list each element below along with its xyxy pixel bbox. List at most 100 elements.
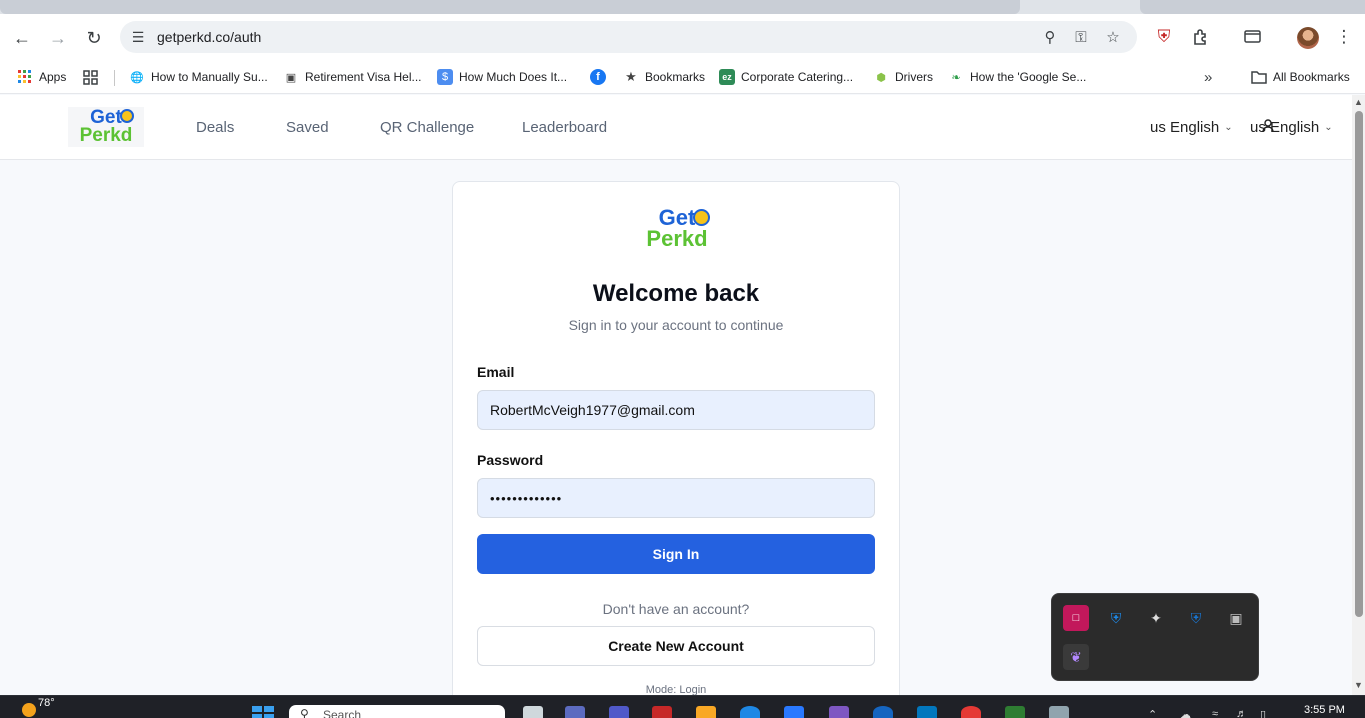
tab-right-group[interactable] xyxy=(1140,0,1365,14)
bookmark-how-much[interactable]: $ How Much Does It... xyxy=(437,67,567,87)
bookmark-google-search[interactable]: ❧ How the 'Google Se... xyxy=(948,67,1086,87)
email-field[interactable]: RobertMcVeigh1977@gmail.com xyxy=(477,390,875,430)
site-header: Get Perkd Deals Saved QR Challenge Leade… xyxy=(0,95,1352,160)
scroll-up-icon[interactable]: ▲ xyxy=(1354,97,1363,107)
bookmark-star-icon[interactable]: ☆ xyxy=(1103,27,1123,47)
location-icon[interactable]: ⚲ xyxy=(1040,27,1060,47)
scroll-down-icon[interactable]: ▼ xyxy=(1354,680,1363,690)
clock[interactable]: 3:55 PM xyxy=(1304,704,1345,716)
security-alert-icon[interactable]: ⛨ xyxy=(1183,605,1209,631)
logo-perkd-text: Perkd xyxy=(646,226,708,251)
create-account-button[interactable]: Create New Account xyxy=(477,626,875,666)
globe-icon: 🌐 xyxy=(130,71,144,84)
password-label: Password xyxy=(477,452,544,468)
all-bookmarks-label: All Bookmarks xyxy=(1273,70,1350,84)
taskbar-search[interactable]: ⚲ Search xyxy=(289,705,505,718)
chrome-icon[interactable] xyxy=(961,706,981,718)
mcafee-icon[interactable]: ▣ xyxy=(1223,605,1249,631)
bookmark-label: How to Manually Su... xyxy=(151,70,268,84)
bookmark-label: Drivers xyxy=(895,70,933,84)
sun-icon xyxy=(22,703,36,717)
copilot-icon[interactable] xyxy=(565,706,585,718)
extensions-puzzle-icon[interactable] xyxy=(1188,24,1214,50)
site-logo[interactable]: Get Perkd xyxy=(68,107,144,147)
bookmark-label: Retirement Visa Hel... xyxy=(305,70,422,84)
bookmark-retirement-visa[interactable]: ▣ Retirement Visa Hel... xyxy=(283,67,422,87)
site-settings-icon[interactable]: ☰ xyxy=(128,27,148,47)
bookmark-drivers[interactable]: ⬢ Drivers xyxy=(873,67,933,87)
user-icon[interactable] xyxy=(1262,119,1274,136)
scrollbar-thumb[interactable] xyxy=(1355,111,1363,617)
file-explorer-icon[interactable] xyxy=(696,706,716,718)
page-scrollbar[interactable]: ▲ ▼ xyxy=(1352,95,1365,695)
extension-shield-icon[interactable]: ⛨ xyxy=(1151,24,1177,50)
url-text[interactable]: getperkd.co/auth xyxy=(157,29,261,45)
bookmark-corporate-catering[interactable]: ez Corporate Catering... xyxy=(719,67,853,87)
tray-chevron-icon[interactable]: ⌃ xyxy=(1148,708,1157,718)
store-icon[interactable] xyxy=(784,706,804,718)
bookmark-label: How the 'Google Se... xyxy=(970,70,1087,84)
tab-search-icon[interactable] xyxy=(1240,24,1266,50)
logo-perkd-text: Perkd xyxy=(79,125,133,146)
volume-icon[interactable]: ♬ xyxy=(1236,708,1247,718)
page-subtitle: Sign in to your account to continue xyxy=(568,317,784,333)
taskbar: 78° ⚲ Search ⌃ ☁ ≈ ♬ ▯ 3:55 PM xyxy=(0,695,1365,718)
weather-temp: 78° xyxy=(38,697,55,709)
defender-shield-icon[interactable]: ⛨ xyxy=(1103,605,1129,631)
forward-icon[interactable]: → xyxy=(44,24,72,52)
tab-strip xyxy=(0,0,1365,14)
bookmark-label: Corporate Catering... xyxy=(741,70,854,84)
all-bookmarks-button[interactable]: All Bookmarks xyxy=(1251,67,1350,87)
bookmark-label: How Much Does It... xyxy=(459,70,568,84)
bookmark-folder-bookmarks[interactable]: ★ Bookmarks xyxy=(623,67,705,87)
logo-get-text: Get xyxy=(90,106,122,128)
feather-icon[interactable]: ❦ xyxy=(1063,644,1089,670)
bookmark-tab-groups[interactable] xyxy=(82,67,104,87)
start-button[interactable] xyxy=(252,706,274,718)
bookmark-apps[interactable]: Apps xyxy=(17,67,66,87)
page-title: Welcome back xyxy=(592,280,760,307)
task-view-icon[interactable] xyxy=(523,706,543,718)
excel-icon[interactable] xyxy=(1005,706,1025,718)
active-tab[interactable] xyxy=(0,0,1020,14)
bookmark-how-to-manually[interactable]: 🌐 How to Manually Su... xyxy=(129,67,268,87)
mail-icon[interactable] xyxy=(652,706,672,718)
wifi-icon[interactable]: ≈ xyxy=(1212,708,1218,718)
weather-widget[interactable]: 78° xyxy=(22,697,55,717)
folder-icon xyxy=(1251,69,1267,85)
menu-dots-icon[interactable]: ⋮ xyxy=(1331,24,1357,50)
tray-app-icon[interactable]: □ xyxy=(1063,605,1089,631)
address-bar[interactable]: ☰ getperkd.co/auth ⚲ ⚿ ☆ xyxy=(120,21,1137,53)
password-field[interactable]: ••••••••••••• xyxy=(477,478,875,518)
more-bookmarks-button[interactable]: » xyxy=(1204,67,1212,87)
bookmark-facebook[interactable]: f xyxy=(590,67,612,87)
chevron-down-icon: ⌄ xyxy=(1324,122,1333,133)
nav-deals[interactable]: Deals xyxy=(196,119,234,136)
back-icon[interactable]: ← xyxy=(8,24,36,52)
apps-grid-icon xyxy=(17,69,33,85)
chevron-down-icon: ⌄ xyxy=(1224,122,1233,133)
nav-saved[interactable]: Saved xyxy=(286,119,329,136)
nav-leaderboard[interactable]: Leaderboard xyxy=(522,119,607,136)
sign-in-button[interactable]: Sign In xyxy=(477,534,875,574)
reload-icon[interactable]: ↻ xyxy=(80,24,108,52)
language-selector[interactable]: us English ⌄ xyxy=(1150,119,1233,136)
search-placeholder: Search xyxy=(323,708,362,718)
bookmarks-bar: Apps 🌐 How to Manually Su... ▣ Retiremen… xyxy=(0,60,1365,94)
network-sparkle-icon[interactable]: ✦ xyxy=(1143,605,1169,631)
teams-icon[interactable] xyxy=(609,706,629,718)
edge-icon[interactable] xyxy=(740,706,760,718)
shield-icon: ⬢ xyxy=(876,71,886,84)
star-icon: ★ xyxy=(625,69,637,84)
profile-avatar[interactable] xyxy=(1297,27,1319,49)
browser-app-icon[interactable] xyxy=(873,706,893,718)
cloud-icon[interactable]: ☁ xyxy=(1180,708,1191,718)
pen-app-icon[interactable] xyxy=(829,706,849,718)
password-key-icon[interactable]: ⚿ xyxy=(1071,27,1091,47)
dollar-icon: $ xyxy=(437,69,453,85)
hp-icon[interactable] xyxy=(917,706,937,718)
language-label: us English xyxy=(1150,119,1220,136)
calculator-icon[interactable] xyxy=(1049,706,1069,718)
battery-icon[interactable]: ▯ xyxy=(1260,708,1266,718)
nav-qr-challenge[interactable]: QR Challenge xyxy=(380,119,474,136)
